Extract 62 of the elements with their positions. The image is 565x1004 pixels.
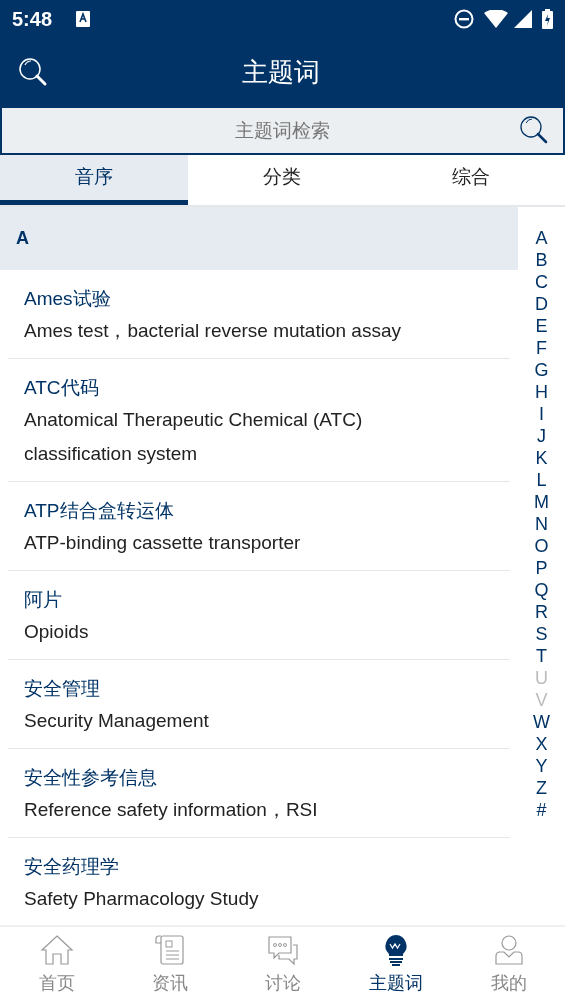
term-title: 安全药理学 — [24, 855, 120, 879]
index-letter[interactable]: Z — [536, 777, 547, 799]
term-translation: Anatomical Therapeutic Chemical (ATC) classification system — [24, 408, 364, 466]
term-title: 安全性参考信息 — [24, 766, 158, 790]
index-letter[interactable]: F — [536, 337, 547, 359]
do-not-disturb-icon — [454, 9, 474, 29]
term-translation: ATP-binding cassette transporter — [24, 531, 302, 555]
list-item[interactable]: 安全性参考信息 Reference safety information，RSI — [8, 749, 510, 838]
list-item[interactable]: 阿片 Opioids — [8, 571, 510, 660]
term-translation: Opioids — [24, 620, 90, 644]
index-letter[interactable]: # — [536, 799, 547, 821]
index-letter[interactable]: R — [535, 601, 548, 623]
term-title: ATC代码 — [24, 376, 100, 400]
term-translation: Reference safety information，RSI — [24, 798, 319, 822]
index-letter[interactable]: J — [537, 425, 546, 447]
index-letter[interactable]: S — [535, 623, 548, 645]
term-title: 阿片 — [24, 588, 63, 612]
user-icon — [493, 934, 524, 966]
index-letter[interactable]: B — [535, 249, 548, 271]
index-letter[interactable]: K — [535, 447, 548, 469]
index-letter[interactable]: N — [535, 513, 548, 535]
index-letter[interactable]: M — [534, 491, 549, 513]
home-icon — [39, 934, 74, 966]
list-item[interactable]: ATC代码 Anatomical Therapeutic Chemical (ATC) classification system — [8, 359, 510, 482]
index-letter[interactable]: O — [534, 535, 549, 557]
wifi-icon — [484, 10, 508, 28]
battery-charging-icon — [542, 9, 553, 29]
list-item[interactable]: 安全管理 Security Management — [8, 660, 510, 749]
index-letter[interactable]: A — [535, 227, 548, 249]
index-letter[interactable]: I — [539, 403, 544, 425]
term-title: Ames试验 — [24, 287, 112, 311]
index-letter[interactable]: Y — [535, 755, 548, 777]
index-letter[interactable]: G — [534, 359, 549, 381]
search-icon[interactable] — [18, 57, 48, 87]
term-translation: Security Management — [24, 709, 210, 733]
signal-icon — [514, 10, 532, 28]
section-header: A — [0, 207, 518, 270]
index-letter[interactable]: P — [535, 557, 548, 579]
status-time: 5:48 — [12, 7, 53, 32]
term-translation: Safety Pharmacology Study — [24, 887, 260, 911]
index-letter[interactable]: X — [535, 733, 548, 755]
index-letter[interactable]: W — [533, 711, 550, 733]
list-item[interactable]: Ames试验 Ames test，bacterial reverse mutation assay — [8, 270, 510, 359]
document-icon — [154, 934, 185, 966]
index-letter[interactable]: H — [535, 381, 548, 403]
page-title: 主题词 — [240, 55, 321, 89]
notification-icon — [76, 11, 91, 27]
index-letter[interactable]: T — [536, 645, 547, 667]
tab[interactable]: 音序 — [0, 155, 189, 205]
term-translation: Ames test，bacterial reverse mutation assay — [24, 319, 402, 343]
chat-icon — [266, 934, 299, 966]
search-field[interactable]: 主题词检索 — [0, 106, 565, 155]
light-bulb-icon — [382, 934, 409, 966]
index-letter[interactable]: C — [535, 271, 548, 293]
index-letter[interactable]: L — [536, 469, 547, 491]
index-letter[interactable]: E — [535, 315, 548, 337]
term-title: ATP结合盒转运体 — [24, 499, 175, 523]
term-title: 安全管理 — [24, 677, 101, 701]
search-icon[interactable] — [519, 115, 549, 145]
index-letter[interactable]: D — [535, 293, 548, 315]
list-item[interactable]: ATP结合盒转运体 ATP-binding cassette transporter — [8, 482, 510, 571]
index-letter[interactable]: Q — [534, 579, 549, 601]
